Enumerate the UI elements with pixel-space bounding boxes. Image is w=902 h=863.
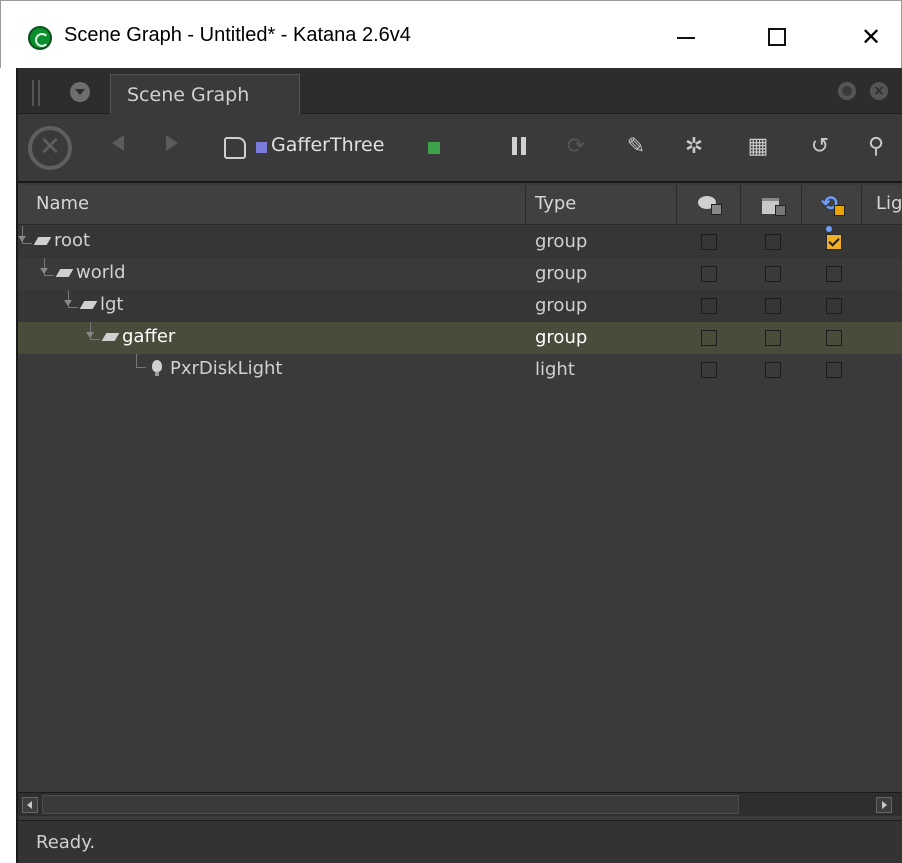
maximize-icon: [768, 28, 786, 46]
minimize-button[interactable]: [660, 15, 712, 59]
expand-arrow-icon[interactable]: [40, 268, 48, 274]
location-type: light: [535, 359, 575, 380]
location-icon: [79, 301, 98, 309]
pause-bar: [512, 137, 517, 155]
location-icon: [101, 333, 120, 341]
column-divider[interactable]: [801, 185, 802, 225]
column-header-name[interactable]: Name: [36, 193, 89, 214]
close-button[interactable]: ✕: [845, 15, 897, 59]
document-icon[interactable]: [224, 137, 246, 159]
location-name: world: [76, 262, 126, 283]
column-divider[interactable]: [861, 185, 862, 225]
status-bar: Ready.: [18, 820, 902, 863]
location-type: group: [535, 295, 588, 316]
stop-icon[interactable]: ✕: [28, 126, 72, 170]
location-name: PxrDiskLight: [170, 358, 283, 379]
pause-bar: [521, 137, 526, 155]
scroll-left-icon[interactable]: [22, 797, 38, 813]
column-header-type[interactable]: Type: [535, 193, 576, 214]
brush-icon[interactable]: ✎: [622, 133, 650, 161]
working-set-checkbox[interactable]: [826, 298, 842, 314]
gear-icon[interactable]: ✲: [680, 133, 708, 161]
location-type: group: [535, 327, 588, 348]
maximize-button[interactable]: [751, 15, 803, 59]
render-checkbox[interactable]: [765, 330, 781, 346]
tree-branch: [136, 354, 146, 368]
working-set-marker-icon: [826, 226, 832, 232]
pause-icon[interactable]: [506, 133, 534, 161]
table-row-selected[interactable]: gaffer group: [18, 322, 902, 354]
render-checkbox[interactable]: [765, 362, 781, 378]
scene-graph-toolbar: ✕ GafferThree ⟳ ✎ ✲ ▦ ↺ ⚲: [18, 115, 902, 183]
tab-scene-graph[interactable]: Scene Graph: [110, 74, 300, 114]
working-set-checkbox[interactable]: [826, 330, 842, 346]
render-column-icon[interactable]: [762, 193, 786, 216]
node-edit-flag-icon: [428, 142, 440, 154]
table-header: Name Type ⟲ Lig: [18, 185, 902, 225]
table-row[interactable]: root group: [18, 226, 902, 258]
render-checkbox[interactable]: [765, 234, 781, 250]
tab-label: Scene Graph: [127, 84, 250, 106]
column-divider[interactable]: [525, 185, 526, 225]
table-row[interactable]: lgt group: [18, 290, 902, 322]
location-icon: [55, 269, 74, 277]
visibility-column-icon[interactable]: [698, 193, 722, 215]
render-checkbox[interactable]: [765, 298, 781, 314]
scene-graph-panel: Scene Graph × ✕ GafferThree ⟳ ✎ ✲ ▦ ↺ ⚲ …: [16, 68, 902, 863]
minimize-icon: [677, 37, 695, 39]
rotate-icon[interactable]: ↺: [806, 133, 834, 161]
close-icon: ✕: [860, 23, 882, 51]
location-type: group: [535, 263, 588, 284]
scrollbar-thumb[interactable]: [42, 795, 739, 814]
forward-icon[interactable]: [166, 135, 178, 151]
panel-menu-icon[interactable]: [70, 82, 90, 102]
katana-app-icon: [28, 26, 52, 50]
working-set-checkbox[interactable]: [826, 266, 842, 282]
column-divider[interactable]: [676, 185, 677, 225]
visibility-checkbox[interactable]: [701, 266, 717, 282]
location-name: root: [54, 230, 91, 251]
window-titlebar: Scene Graph - Untitled* - Katana 2.6v4 ✕: [0, 0, 902, 68]
visibility-checkbox[interactable]: [701, 362, 717, 378]
working-set-checkbox[interactable]: [826, 234, 842, 250]
location-name: lgt: [100, 294, 124, 315]
visibility-checkbox[interactable]: [701, 330, 717, 346]
scroll-right-icon[interactable]: [876, 797, 892, 813]
back-icon[interactable]: [112, 135, 124, 151]
node-view-flag-icon: [256, 142, 267, 153]
visibility-checkbox[interactable]: [701, 234, 717, 250]
search-icon[interactable]: ⚲: [862, 133, 890, 161]
column-divider[interactable]: [740, 185, 741, 225]
working-set-column-icon[interactable]: ⟲: [821, 193, 845, 216]
visibility-checkbox[interactable]: [701, 298, 717, 314]
window-title: Scene Graph - Untitled* - Katana 2.6v4: [64, 24, 411, 46]
viewed-node-name[interactable]: GafferThree: [271, 134, 384, 156]
location-type: group: [535, 231, 588, 252]
float-panel-icon[interactable]: [838, 82, 856, 100]
expand-arrow-icon[interactable]: [18, 236, 26, 242]
horizontal-scrollbar[interactable]: [18, 792, 902, 816]
table-row[interactable]: world group: [18, 258, 902, 290]
location-name: gaffer: [122, 326, 176, 347]
location-icon: [33, 237, 52, 245]
column-header-light[interactable]: Lig: [876, 193, 902, 214]
working-set-checkbox[interactable]: [826, 362, 842, 378]
expand-arrow-icon[interactable]: [86, 332, 94, 338]
scene-graph-tree: Name Type ⟲ Lig root group world group l…: [18, 185, 902, 793]
status-text: Ready.: [36, 832, 96, 853]
table-row[interactable]: PxrDiskLight light: [18, 354, 902, 386]
panel-grip-handle[interactable]: [32, 80, 40, 106]
refresh-icon[interactable]: ⟳: [562, 133, 590, 161]
close-panel-icon[interactable]: ×: [870, 82, 888, 100]
expand-arrow-icon[interactable]: [64, 300, 72, 306]
render-checkbox[interactable]: [765, 266, 781, 282]
light-bulb-icon: [152, 360, 162, 376]
clapper-icon[interactable]: ▦: [744, 133, 772, 161]
panel-tabbar: Scene Graph ×: [18, 68, 902, 114]
